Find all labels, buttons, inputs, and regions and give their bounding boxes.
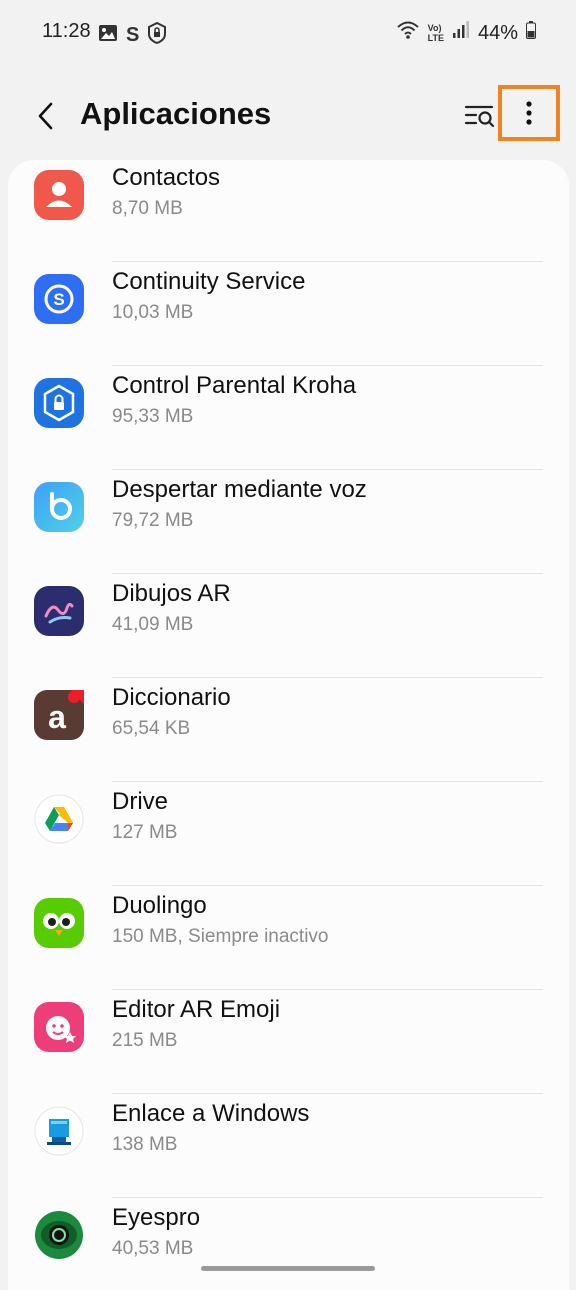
contacts-icon (34, 170, 84, 220)
app-size: 40,53 MB (112, 1238, 194, 1259)
list-item[interactable]: Dibujos AR 41,09 MB (8, 574, 569, 678)
kroha-icon (34, 378, 84, 428)
app-name: Eyespro (112, 1204, 201, 1231)
volte-icon: Vo) LTE (428, 23, 444, 43)
status-right-icons: Vo) LTE 44% (396, 20, 536, 46)
status-left-icons: S (98, 21, 167, 49)
app-name: Continuity Service (112, 268, 306, 295)
app-bar: Aplicaciones (0, 84, 576, 148)
link-to-windows-icon (34, 1106, 84, 1156)
app-size: 79,72 MB (112, 510, 194, 531)
bixby-icon (34, 482, 84, 532)
app-size: 10,03 MB (112, 302, 194, 323)
home-indicator[interactable] (201, 1266, 375, 1271)
app-size: 138 MB (112, 1134, 178, 1155)
app-name: Diccionario (112, 684, 231, 711)
eyespro-icon (34, 1210, 84, 1260)
svg-text:S: S (53, 290, 64, 309)
volte-top-text: Vo) (427, 23, 442, 33)
app-name: Drive (112, 788, 169, 815)
gallery-icon (98, 24, 118, 47)
filter-search-button[interactable] (458, 96, 502, 136)
dictionary-icon: a (34, 690, 84, 740)
more-options-button[interactable] (498, 85, 560, 141)
list-item[interactable]: Enlace a Windows 138 MB (8, 1094, 569, 1198)
list-item[interactable]: Despertar mediante voz 79,72 MB (8, 470, 569, 574)
app-size: 95,33 MB (112, 406, 194, 427)
list-item[interactable]: Drive 127 MB (8, 782, 569, 886)
list-item[interactable]: Eyespro 40,53 MB (8, 1198, 569, 1290)
app-size: 150 MB, Siempre inactivo (112, 926, 329, 947)
dictionary-icon-letter: a (48, 699, 66, 735)
back-arrow-icon (38, 102, 53, 130)
filter-search-icon (464, 105, 495, 128)
app-name: Duolingo (112, 892, 207, 919)
app-name: Dibujos AR (112, 580, 231, 607)
app-size: 215 MB (112, 1030, 178, 1051)
app-name: Control Parental Kroha (112, 372, 357, 399)
secure-folder-icon (147, 21, 167, 49)
app-size: 8,70 MB (112, 198, 183, 219)
list-item[interactable]: Editor AR Emoji 215 MB (8, 990, 569, 1094)
continuity-service-icon: S (34, 274, 84, 324)
wifi-icon (396, 20, 420, 46)
ar-emoji-icon (34, 1002, 84, 1052)
ar-doodle-icon (34, 586, 84, 636)
app-name: Despertar mediante voz (112, 476, 367, 503)
samsung-s-icon: S (126, 24, 140, 46)
app-name: Editor AR Emoji (112, 996, 281, 1023)
list-item[interactable]: a Diccionario 65,54 KB (8, 678, 569, 782)
status-time: 11:28 (42, 20, 91, 42)
app-size: 65,54 KB (112, 718, 191, 739)
battery-percentage: 44% (477, 21, 518, 44)
list-item[interactable]: Contactos 8,70 MB (8, 160, 569, 262)
duolingo-icon (34, 898, 84, 948)
app-name: Enlace a Windows (112, 1100, 310, 1127)
volte-bottom-text: LTE (427, 33, 444, 43)
list-item[interactable]: Duolingo 150 MB, Siempre inactivo (8, 886, 569, 990)
back-button[interactable] (26, 94, 66, 138)
more-options-icon (526, 101, 532, 125)
app-name: Contactos (112, 164, 221, 191)
drive-icon (34, 794, 84, 844)
status-bar: 11:28 S Vo) LTE 44% (0, 0, 576, 64)
app-list: Contactos 8,70 MB S Continuity Service 1… (8, 160, 569, 1290)
page-title: Aplicaciones (80, 96, 272, 131)
app-size: 41,09 MB (112, 614, 194, 635)
list-item[interactable]: Control Parental Kroha 95,33 MB (8, 366, 569, 470)
battery-icon (526, 21, 536, 45)
list-item[interactable]: S Continuity Service 10,03 MB (8, 262, 569, 366)
app-size: 127 MB (112, 822, 178, 843)
signal-icon (452, 21, 470, 45)
